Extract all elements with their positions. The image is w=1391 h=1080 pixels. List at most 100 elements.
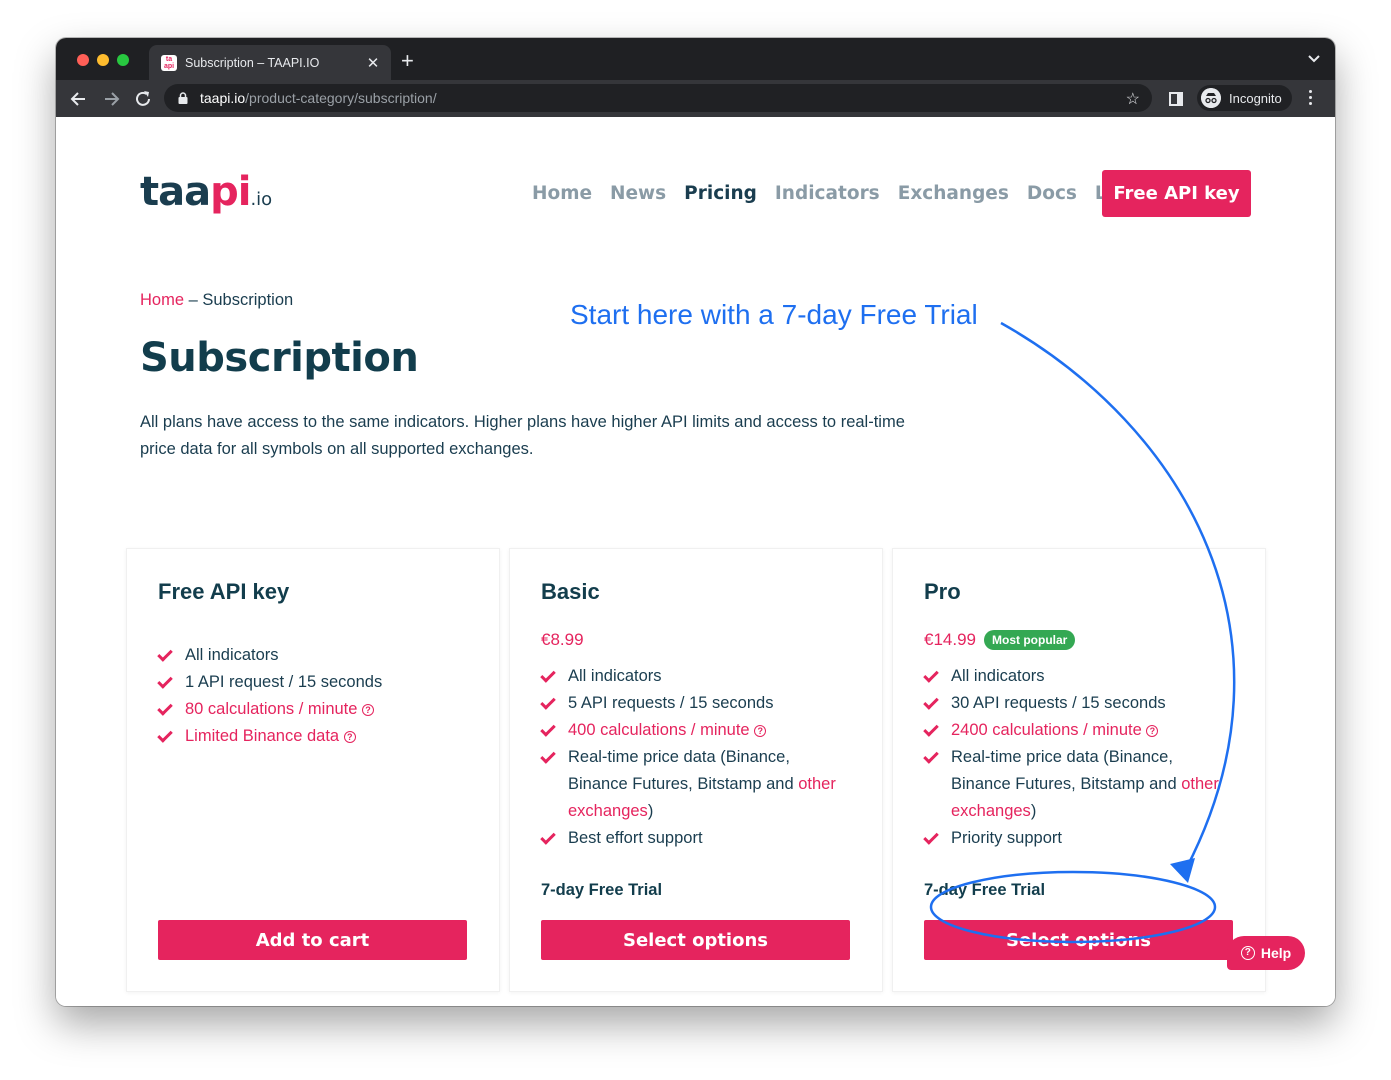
url-path: /product-category/subscription/ (245, 90, 437, 106)
incognito-icon (1201, 88, 1221, 108)
feature-item: 400 calculations / minute ? (540, 717, 841, 744)
logo-text-suffix: .io (250, 189, 273, 210)
minimize-window-button[interactable] (97, 54, 109, 66)
nav-exchanges[interactable]: Exchanges (898, 183, 1009, 204)
feature-text: All indicators (951, 667, 1045, 685)
plan-name: Free API key (158, 579, 290, 604)
breadcrumb-separator: – (184, 291, 203, 309)
checkmark-icon (540, 748, 556, 764)
address-bar[interactable]: taapi.io/product-category/subscription/ … (164, 84, 1152, 112)
free-trial-label: 7-day Free Trial (924, 881, 1046, 899)
tab-bar: ta api Subscription – TAAPI.IO ✕ + (56, 38, 1335, 80)
feature-item: Limited Binance data ? (157, 723, 458, 750)
chevron-down-icon[interactable] (1307, 52, 1321, 66)
feature-text: Priority support (951, 829, 1062, 847)
add-to-cart-button[interactable]: Add to cart (158, 920, 467, 960)
reload-icon[interactable] (132, 88, 154, 110)
back-arrow-icon[interactable] (68, 88, 90, 110)
feature-item: Real-time price data (Binance, Binance F… (923, 744, 1224, 825)
tab-title: Subscription – TAAPI.IO (185, 55, 320, 70)
incognito-label: Incognito (1229, 90, 1282, 106)
breadcrumb: Home – Subscription (140, 291, 293, 310)
plan-price: €14.99 (924, 630, 976, 649)
plan-price-row: €8.99 (541, 630, 584, 650)
plan-name: Basic (541, 579, 600, 604)
feature-text: 5 API requests / 15 seconds (568, 694, 774, 712)
plan-name: Pro (924, 579, 961, 604)
feature-link[interactable]: 2400 calculations / minute (951, 721, 1142, 739)
plan-card-free-api-key: Free API key All indicators 1 API request … (126, 548, 500, 992)
free-api-key-button[interactable]: Free API key (1102, 170, 1251, 217)
feature-text: Best effort support (568, 829, 703, 847)
feature-item: All indicators (923, 663, 1224, 690)
bookmark-star-icon[interactable]: ☆ (1126, 89, 1140, 109)
checkmark-icon (923, 748, 939, 764)
browser-window: ta api Subscription – TAAPI.IO ✕ + taapi.… (56, 38, 1335, 1006)
annotation-text: Start here with a 7-day Free Trial (570, 299, 978, 330)
close-tab-icon[interactable]: ✕ (365, 54, 381, 72)
checkmark-icon (157, 727, 173, 743)
feature-link[interactable]: 80 calculations / minute (185, 700, 357, 718)
select-options-button[interactable]: Select options (541, 920, 850, 960)
url-host: taapi.io (200, 90, 246, 106)
help-circle-icon[interactable]: ? (1146, 725, 1159, 737)
checkmark-icon (923, 721, 939, 737)
logo-text-accent: pi (210, 169, 251, 215)
help-circle-icon[interactable]: ? (754, 725, 767, 737)
forward-arrow-icon[interactable] (100, 88, 122, 110)
help-label: Help (1260, 945, 1292, 961)
feature-link[interactable]: 400 calculations / minute (568, 721, 750, 739)
feature-item: All indicators (540, 663, 841, 690)
logo-text-main: taa (140, 169, 211, 215)
side-panel-icon[interactable] (1169, 92, 1183, 106)
breadcrumb-home-link[interactable]: Home (140, 291, 184, 309)
window-controls (77, 54, 129, 66)
browser-tab[interactable]: ta api Subscription – TAAPI.IO ✕ (149, 45, 391, 80)
plan-card-pro: Pro €14.99 Most popular All indicators 30 AP… (892, 548, 1266, 992)
feature-item: 5 API requests / 15 seconds (540, 690, 841, 717)
feature-link[interactable]: Limited Binance data (185, 727, 339, 745)
feature-list: All indicators 1 API request / 15 seconds… (157, 642, 458, 750)
browser-menu-icon[interactable] (1309, 90, 1313, 108)
nav-pricing[interactable]: Pricing (684, 183, 757, 204)
checkmark-icon (923, 667, 939, 683)
feature-item: 30 API requests / 15 seconds (923, 690, 1224, 717)
incognito-profile-button[interactable]: Incognito (1197, 85, 1292, 111)
checkmark-icon (923, 694, 939, 710)
help-circle-icon[interactable]: ? (343, 731, 356, 743)
main-nav: HomeNewsPricingIndicatorsExchangesDocsLo… (532, 183, 1159, 204)
help-question-icon: ? (1240, 946, 1255, 960)
feature-item: Real-time price data (Binance, Binance F… (540, 744, 841, 825)
lock-icon[interactable] (178, 92, 188, 104)
plan-price: €8.99 (541, 630, 584, 649)
feature-item: Best effort support (540, 825, 841, 852)
feature-text: 1 API request / 15 seconds (185, 673, 383, 691)
browser-toolbar: taapi.io/product-category/subscription/ … (56, 80, 1335, 117)
help-circle-icon[interactable]: ? (362, 704, 375, 716)
nav-news[interactable]: News (610, 183, 666, 204)
feature-item: Priority support (923, 825, 1224, 852)
feature-text: Real-time price data (Binance, Binance F… (568, 748, 799, 793)
close-window-button[interactable] (77, 54, 89, 66)
most-popular-badge: Most popular (984, 630, 1076, 650)
feature-item: 80 calculations / minute ? (157, 696, 458, 723)
checkmark-icon (157, 673, 173, 689)
help-button[interactable]: ? Help (1227, 936, 1305, 970)
checkmark-icon (157, 646, 173, 662)
free-trial-label: 7-day Free Trial (541, 881, 663, 899)
maximize-window-button[interactable] (117, 54, 129, 66)
nav-indicators[interactable]: Indicators (775, 183, 880, 204)
select-options-button[interactable]: Select options (924, 920, 1233, 960)
taapi-logo[interactable]: taapi.io (140, 169, 272, 215)
feature-item: 2400 calculations / minute ? (923, 717, 1224, 744)
feature-text: All indicators (568, 667, 662, 685)
new-tab-button[interactable]: + (401, 50, 414, 72)
taapi-favicon-icon: ta api (161, 54, 177, 71)
page-intro: All plans have access to the same indica… (140, 413, 905, 458)
nav-home[interactable]: Home (532, 183, 592, 204)
feature-text: Real-time price data (Binance, Binance F… (951, 748, 1182, 793)
nav-docs[interactable]: Docs (1027, 183, 1077, 204)
feature-list: All indicators 5 API requests / 15 second… (540, 663, 841, 852)
checkmark-icon (157, 700, 173, 716)
breadcrumb-current: Subscription (202, 291, 294, 309)
